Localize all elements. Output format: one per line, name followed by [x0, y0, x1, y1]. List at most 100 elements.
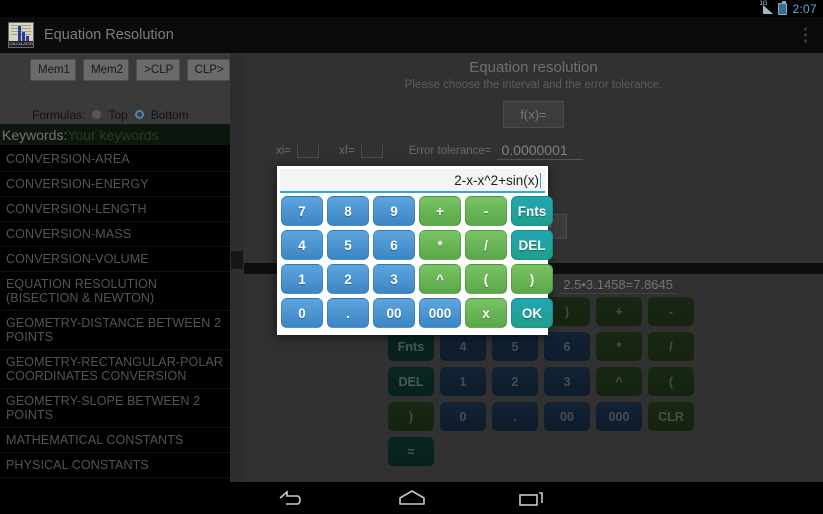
back-arrow-icon[interactable] — [272, 487, 312, 509]
xf-label: xf= — [339, 145, 355, 157]
status-bar-clock: 2:07 — [792, 1, 817, 16]
divider-grip-handle[interactable] — [231, 251, 243, 269]
background-calculator-result: 2.5•3.1458=7.8645 — [559, 277, 677, 294]
keypad-key-9[interactable]: 9 — [373, 196, 415, 226]
keypad-key-del[interactable]: DEL — [511, 230, 553, 260]
navigation-bar — [0, 482, 823, 514]
keypad-key-8[interactable]: 8 — [327, 196, 369, 226]
formulas-radio-top-label: Top — [108, 107, 128, 122]
keypad-key-000[interactable]: 000 — [419, 298, 461, 328]
keywords-search-row[interactable]: Keywords: Your keywords — [0, 124, 230, 145]
keywords-input[interactable]: Your keywords — [67, 127, 158, 143]
page-title: Equation Resolution — [44, 27, 174, 43]
expression-keypad-dialog: 2-x-x^2+sin(x) 7 8 9 + - Fnts 4 5 6 * / DEL 1 2 3 ^() 0.… — [277, 166, 553, 335]
mem2-button[interactable]: Mem2 — [83, 59, 130, 81]
formula-list[interactable]: CONVERSION-AREA CONVERSION-ENERGY CONVERSI… — [0, 145, 230, 482]
android-screen: 1G 2:07 CALCULATOR Equation Resolution M… — [0, 0, 823, 514]
bg-keypad-key: + — [596, 297, 642, 326]
section-subtitle: Please choose the interval and the error… — [404, 79, 663, 91]
keypad-key-3[interactable]: 3 — [373, 264, 415, 294]
home-icon[interactable] — [392, 487, 432, 509]
keypad-key-[interactable]: ) — [511, 264, 553, 294]
keypad-key-00[interactable]: 00 — [373, 298, 415, 328]
keywords-label: Keywords: — [2, 126, 68, 143]
list-item[interactable]: GEOMETRY-DISTANCE BETWEEN 2 POINTS — [0, 311, 230, 350]
bg-keypad-key: ^ — [596, 367, 642, 396]
list-item[interactable]: PHYSICAL CONSTANTS — [0, 453, 230, 478]
bg-keypad-key: 000 — [596, 402, 642, 431]
bg-keypad-key: 0 — [440, 402, 486, 431]
tolerance-input[interactable]: 0.0000001 — [497, 142, 584, 160]
bg-keypad-key: . — [492, 402, 538, 431]
recent-apps-icon[interactable] — [512, 487, 552, 509]
bg-keypad-key: ( — [648, 367, 694, 396]
keypad-key-[interactable]: ^ — [419, 264, 461, 294]
bg-keypad-key: Fnts — [388, 332, 434, 361]
keypad-key-4[interactable]: 4 — [281, 230, 323, 260]
formulas-radio-bottom[interactable] — [133, 109, 145, 120]
keypad-key-fnts[interactable]: Fnts — [511, 196, 553, 226]
expression-display[interactable]: 2-x-x^2+sin(x) — [280, 169, 545, 193]
list-item[interactable]: CONVERSION-LENGTH — [0, 197, 230, 222]
text-caret — [540, 172, 541, 188]
keypad-key-[interactable]: * — [419, 230, 461, 260]
keypad-key-[interactable]: / — [465, 230, 507, 260]
bg-keypad-key: 1 — [440, 367, 486, 396]
list-item[interactable]: GEOMETRY-SLOPE BETWEEN 2 POINTS — [0, 389, 230, 428]
from-clipboard-button[interactable]: CLP> — [186, 59, 230, 81]
bg-keypad-key: / — [648, 332, 694, 361]
keypad-key-[interactable]: ( — [465, 264, 507, 294]
expression-value: 2-x-x^2+sin(x) — [454, 172, 539, 188]
list-item[interactable]: CONVERSION-MASS — [0, 222, 230, 247]
list-item[interactable]: CONVERSION-VOLUME — [0, 247, 230, 272]
formulas-radio-bottom-label: Bottom — [150, 107, 189, 122]
dialog-keypad[interactable]: 7 8 9 + - Fnts 4 5 6 * / DEL 1 2 3 ^() 0. 00 000 x OK — [279, 196, 553, 328]
bg-keypad-key: * — [596, 332, 642, 361]
bg-keypad-key: 6 — [544, 332, 590, 361]
keypad-key-x[interactable]: x — [465, 298, 507, 328]
keypad-key-6[interactable]: 6 — [373, 230, 415, 260]
bg-keypad-key: - — [648, 297, 694, 326]
function-input-button[interactable]: f(x)= — [503, 101, 564, 128]
keypad-key-[interactable]: + — [419, 196, 461, 226]
xi-input[interactable] — [297, 144, 320, 158]
keypad-key-2[interactable]: 2 — [327, 264, 369, 294]
list-item[interactable]: GEOMETRY-RECTANGULAR-POLAR COORDINATES C… — [0, 350, 230, 389]
section-title: Equation resolution — [469, 59, 598, 76]
bg-keypad-key: 5 — [492, 332, 538, 361]
keypad-key-1[interactable]: 1 — [281, 264, 323, 294]
interval-row: xi= xf= Error tolerance= 0.0000001 — [244, 142, 823, 160]
bg-keypad-key: 4 — [440, 332, 486, 361]
tolerance-label: Error tolerance= — [408, 145, 492, 157]
formulas-radio-top[interactable] — [91, 109, 103, 120]
app-launcher-icon: CALCULATOR — [8, 22, 34, 48]
list-item[interactable]: CONVERSION-AREA — [0, 147, 230, 172]
list-item[interactable]: CONVERSION-ENERGY — [0, 172, 230, 197]
status-bar: 1G 2:07 — [0, 0, 823, 17]
list-item[interactable]: MATHEMATICAL CONSTANTS — [0, 428, 230, 453]
keypad-key-[interactable]: - — [465, 196, 507, 226]
formulas-position-group: Formulas: Top Bottom — [0, 105, 230, 124]
xf-input[interactable] — [360, 144, 383, 158]
battery-icon — [778, 0, 788, 15]
keypad-key-7[interactable]: 7 — [281, 196, 323, 226]
bg-keypad-key: DEL — [388, 367, 434, 396]
bg-keypad-key: CLR — [648, 402, 694, 431]
mem1-button[interactable]: Mem1 — [30, 59, 77, 81]
keypad-key-[interactable]: . — [327, 298, 369, 328]
keypad-key-0[interactable]: 0 — [281, 298, 323, 328]
overflow-menu-icon[interactable] — [800, 24, 811, 47]
xi-label: xi= — [276, 145, 292, 157]
list-item[interactable]: EQUATION RESOLUTION (BISECTION & NEWTON) — [0, 272, 230, 311]
memory-toolbar: Mem1 Mem2 >CLP CLP> — [0, 53, 230, 105]
panel-divider[interactable] — [230, 53, 244, 482]
formulas-label: Formulas: — [32, 107, 86, 122]
bg-keypad-key: 2 — [492, 367, 538, 396]
to-clipboard-button[interactable]: >CLP — [136, 59, 180, 81]
signal-type-label: 1G — [759, 1, 768, 7]
bg-keypad-key: = — [388, 437, 434, 466]
keypad-key-5[interactable]: 5 — [327, 230, 369, 260]
app-icon-caption: CALCULATOR — [9, 41, 33, 47]
keypad-key-ok[interactable]: OK — [511, 298, 553, 328]
bg-keypad-key: ) — [388, 402, 434, 431]
